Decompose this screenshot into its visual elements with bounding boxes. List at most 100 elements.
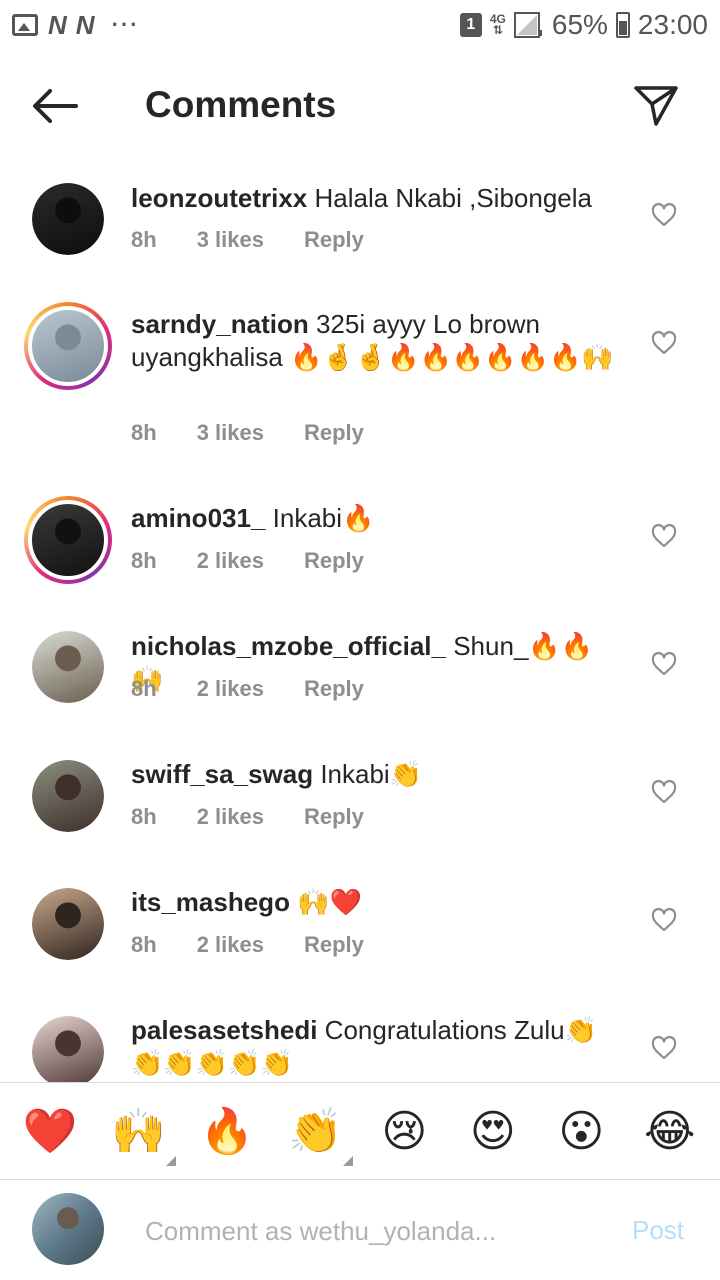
comment-text: Inkabi👏: [320, 759, 423, 789]
comment-text: Halala Nkabi ,Sibongela: [314, 183, 592, 213]
comment-meta: 8h 3 likes Reply: [131, 420, 364, 446]
emoji-glyph: 😮: [558, 1106, 605, 1156]
heart-icon[interactable]: [651, 652, 677, 676]
comment-input[interactable]: [145, 1211, 605, 1251]
emoji-button[interactable]: 🔥: [192, 1096, 262, 1166]
heart-icon[interactable]: [651, 331, 677, 355]
comment-username[interactable]: swiff_sa_swag: [131, 759, 313, 789]
comment-likes[interactable]: 2 likes: [197, 676, 264, 702]
status-left: N N ···: [12, 10, 140, 41]
compose-bar: Post: [0, 1181, 720, 1280]
avatar-photo: [32, 631, 104, 703]
comment-time: 8h: [131, 804, 157, 829]
comment-body: palesasetshedi Congratulations Zulu👏👏👏👏👏…: [131, 1014, 621, 1080]
image-icon: [12, 14, 38, 36]
comment-meta: 8h 2 likes Reply: [131, 932, 364, 958]
heart-icon[interactable]: [651, 203, 677, 227]
status-bar: N N ··· 1 4G ⇅ 65% 23:00: [0, 0, 720, 50]
avatar[interactable]: [24, 302, 112, 390]
avatar-photo: [28, 500, 108, 580]
comment-meta: 8h 2 likes Reply: [131, 548, 364, 574]
header: Comments: [0, 56, 720, 156]
avatar[interactable]: [32, 631, 104, 703]
avatar[interactable]: [32, 760, 104, 832]
comment-meta: 8h 3 likes Reply: [131, 227, 364, 253]
more-dots-icon: ···: [111, 12, 140, 37]
comment-body: leonzoutetrixx Halala Nkabi ,Sibongela: [131, 182, 621, 215]
comment-text: Inkabi🔥: [272, 503, 375, 533]
emoji-button[interactable]: 👏: [281, 1096, 353, 1166]
reply-button[interactable]: Reply: [304, 227, 364, 253]
sim-icon: 1: [459, 13, 482, 37]
status-right: 1 4G ⇅ 65% 23:00: [459, 9, 708, 41]
arrow-left-icon[interactable]: [30, 86, 80, 126]
reply-button[interactable]: Reply: [304, 932, 364, 958]
comment-body: swiff_sa_swag Inkabi👏: [131, 758, 621, 791]
network-type-icon: 4G ⇅: [489, 12, 506, 37]
emoji-button[interactable]: 😍: [458, 1096, 528, 1166]
emoji-glyph: ❤️: [22, 1107, 78, 1156]
comment-username[interactable]: nicholas_mzobe_official_: [131, 631, 446, 661]
avatar[interactable]: [32, 183, 104, 255]
avatar[interactable]: [32, 1016, 104, 1082]
emoji-bar: ❤️ 🙌 🔥 👏 😢 😍 😮 😂: [0, 1082, 720, 1180]
emoji-glyph: 😢: [381, 1106, 428, 1156]
heart-icon[interactable]: [651, 780, 677, 804]
comment-username[interactable]: its_mashego: [131, 887, 290, 917]
comment-likes[interactable]: 2 likes: [197, 932, 264, 958]
comment-time: 8h: [131, 676, 157, 701]
comment-body: its_mashego 🙌❤️: [131, 886, 621, 919]
heart-icon[interactable]: [651, 524, 677, 548]
comment-body: sarndy_nation 325i ayyy Lo brown uyangkh…: [131, 308, 621, 374]
clock: 23:00: [637, 9, 708, 40]
comment-text: 🙌❤️: [297, 887, 362, 917]
comment-meta: 8h 2 likes Reply: [131, 804, 364, 830]
comment-time: 8h: [131, 420, 157, 445]
comments-list[interactable]: leonzoutetrixx Halala Nkabi ,Sibongela 8h…: [0, 160, 720, 1082]
variants-corner-icon: [342, 1156, 353, 1166]
comment-username[interactable]: leonzoutetrixx: [131, 183, 307, 213]
signal-icon: [513, 12, 542, 38]
comment-meta: 8h 2 likes Reply: [131, 676, 364, 702]
n-icon: N: [75, 9, 95, 40]
comment-likes[interactable]: 2 likes: [197, 548, 264, 574]
emoji-button[interactable]: 😮: [546, 1096, 616, 1166]
post-button[interactable]: Post: [632, 1215, 684, 1246]
comment-time: 8h: [131, 932, 157, 957]
reply-button[interactable]: Reply: [304, 420, 364, 446]
comment-likes[interactable]: 3 likes: [197, 420, 264, 446]
emoji-button[interactable]: 😢: [369, 1096, 439, 1166]
battery-icon: [615, 12, 630, 38]
comment-username[interactable]: amino031_: [131, 503, 265, 533]
avatar-photo: [32, 760, 104, 832]
avatar-photo: [32, 888, 104, 960]
avatar-photo: [32, 1016, 104, 1082]
heart-icon[interactable]: [651, 908, 677, 932]
reply-button[interactable]: Reply: [304, 548, 364, 574]
reply-button[interactable]: Reply: [304, 804, 364, 830]
emoji-button[interactable]: 🙌: [104, 1096, 176, 1166]
comment-likes[interactable]: 2 likes: [197, 804, 264, 830]
emoji-glyph: 🔥: [199, 1107, 255, 1156]
emoji-glyph: 🙌: [111, 1107, 167, 1156]
send-icon[interactable]: [632, 82, 680, 130]
emoji-glyph: 👏: [288, 1107, 344, 1156]
heart-icon[interactable]: [651, 1036, 677, 1060]
emoji-button[interactable]: ❤️: [15, 1096, 85, 1166]
avatar: [32, 1193, 104, 1265]
avatar-photo: [28, 306, 108, 386]
reply-button[interactable]: Reply: [304, 676, 364, 702]
comment-time: 8h: [131, 227, 157, 252]
comment-username[interactable]: sarndy_nation: [131, 309, 309, 339]
avatar[interactable]: [32, 888, 104, 960]
avatar[interactable]: [24, 496, 112, 584]
page-title: Comments: [145, 84, 337, 125]
comment-likes[interactable]: 3 likes: [197, 227, 264, 253]
comment-username[interactable]: palesasetshedi: [131, 1015, 317, 1045]
battery-percent: 65%: [551, 9, 608, 40]
comment-time: 8h: [131, 548, 157, 573]
avatar-photo: [32, 183, 104, 255]
emoji-button[interactable]: 😂: [635, 1096, 705, 1166]
comment-body: amino031_ Inkabi🔥: [131, 502, 621, 535]
variants-corner-icon: [165, 1156, 176, 1166]
